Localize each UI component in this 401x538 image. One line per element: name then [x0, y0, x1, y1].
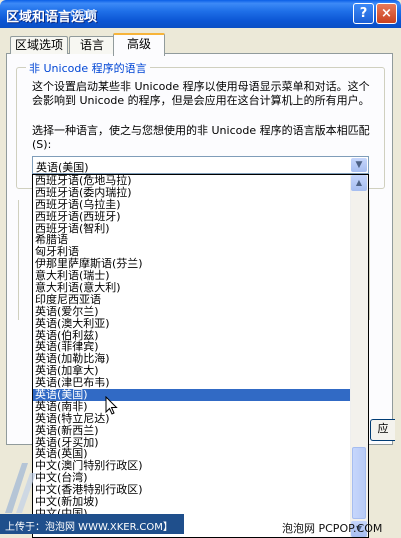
help-button[interactable]: ?	[353, 3, 374, 24]
dropdown-items: 西班牙语(危地马拉) 西班牙语(委内瑞拉) 西班牙语(乌拉圭) 西班牙语(西班牙) 西班…	[33, 175, 352, 532]
language-dropdown-list[interactable]: 西班牙语(危地马拉) 西班牙语(委内瑞拉) 西班牙语(乌拉圭) 西班牙语(西班牙) 西班…	[32, 174, 369, 538]
watermark-left: 上传于：泡泡网 WWW.XKER.COM】	[5, 522, 173, 533]
dropdown-item[interactable]: 西班牙语(智利)	[33, 222, 352, 235]
dropdown-item[interactable]: 希腊语	[33, 234, 352, 246]
title-watermark: COM	[70, 7, 96, 20]
background-frame-left	[18, 200, 33, 320]
dropdown-item[interactable]: 西班牙语(委内瑞拉)	[33, 186, 352, 199]
tab-advanced[interactable]: 高级	[113, 33, 165, 56]
dropdown-item[interactable]: 英语(爱尔兰)	[33, 305, 352, 318]
title-bar[interactable]: 区域和语言选项 COM ? ×	[0, 0, 401, 28]
combo-value: 英语(美国)	[36, 161, 89, 174]
mouse-cursor-icon	[105, 396, 118, 415]
apply-button[interactable]: 应	[370, 419, 395, 441]
group-legend: 非 Unicode 程序的语言	[26, 60, 150, 76]
language-prompt: 选择一种语言，使之与您想使用的非 Unicode 程序的语言版本相匹配(S):	[32, 124, 370, 151]
tab-languages[interactable]: 语言	[69, 36, 115, 54]
dropdown-item[interactable]: 西班牙语(西班牙)	[33, 210, 352, 223]
dropdown-item[interactable]: 印度尼西亚语	[33, 293, 352, 306]
dropdown-scrollbar[interactable]: ▲ ▼	[350, 175, 368, 537]
close-button[interactable]: ×	[376, 3, 397, 24]
watermark-logo-icon	[5, 463, 36, 513]
dropdown-item[interactable]: 西班牙语(乌拉圭)	[33, 198, 352, 211]
dropdown-item[interactable]: 英语(澳大利亚)	[33, 317, 352, 330]
scroll-up-icon[interactable]: ▲	[351, 175, 367, 191]
dropdown-item[interactable]: 英语(特立尼达)	[33, 412, 352, 425]
scroll-thumb[interactable]	[352, 447, 366, 519]
language-combobox[interactable]: 英语(美国) ▼	[32, 156, 369, 174]
dropdown-item[interactable]: 英语(新西兰)	[33, 424, 352, 437]
tab-regional-options[interactable]: 区域选项	[10, 36, 68, 54]
watermark-right: 泡泡网 PCPOP.COM	[282, 522, 383, 535]
chevron-down-icon[interactable]: ▼	[351, 158, 367, 172]
group-description: 这个设置启动某些非 Unicode 程序以使用母语显示菜单和对话。这个会影响到 …	[32, 80, 370, 107]
